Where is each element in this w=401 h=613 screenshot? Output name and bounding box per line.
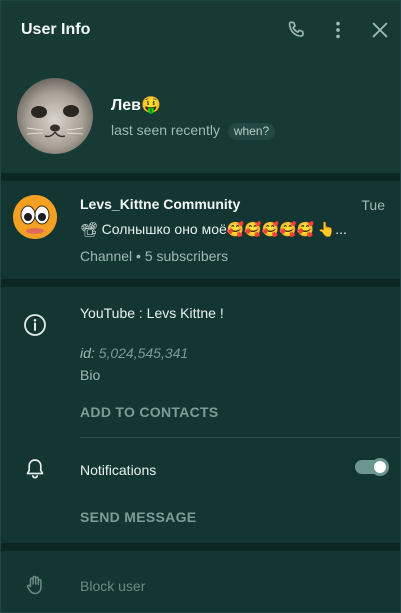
eyes-emoji-icon <box>13 195 57 239</box>
info-icon <box>24 314 46 336</box>
close-icon[interactable] <box>369 19 391 41</box>
channel-time: Tue <box>361 197 385 213</box>
channel-last-message: 📽 Солнышко оно моё🥰🥰🥰🥰🥰 👆... <box>80 221 347 237</box>
section-separator <box>1 279 400 287</box>
block-user-section[interactable] <box>1 551 400 612</box>
page-title: User Info <box>21 21 91 38</box>
notifications-toggle[interactable] <box>355 458 389 476</box>
block-user-button[interactable]: Block user <box>80 578 145 594</box>
bio-text: YouTube : Levs Kittne ! <box>80 305 224 321</box>
notifications-label: Notifications <box>80 462 157 478</box>
divider <box>80 437 400 438</box>
phone-icon[interactable] <box>285 19 307 41</box>
profile-name: Лев🤑 <box>111 97 161 114</box>
section-separator <box>1 173 400 181</box>
section-separator <box>1 543 400 551</box>
profile-status: last seen recently when? <box>111 122 276 140</box>
user-id-value[interactable]: 5,024,545,341 <box>99 345 189 361</box>
channel-subtitle: Channel • 5 subscribers <box>80 248 229 264</box>
more-vertical-icon[interactable] <box>327 19 349 41</box>
user-id-label: id: <box>80 345 95 361</box>
toggle-knob <box>371 458 389 476</box>
avatar[interactable] <box>17 78 93 154</box>
channel-title: Levs_Kittne Community <box>80 196 241 212</box>
bio-label: Bio <box>80 367 101 383</box>
hand-stop-icon <box>26 575 42 595</box>
last-seen-text: last seen recently <box>111 122 220 138</box>
when-button[interactable]: when? <box>227 123 276 140</box>
user-id: id: 5,024,545,341 <box>80 345 188 361</box>
send-message-button[interactable]: SEND MESSAGE <box>80 509 196 525</box>
cat-photo <box>17 78 93 154</box>
user-info-window: User Info Лев🤑 last seen recently when? … <box>0 0 401 613</box>
bell-icon <box>26 459 44 479</box>
channel-avatar[interactable] <box>13 195 57 239</box>
add-to-contacts-button[interactable]: ADD TO CONTACTS <box>80 404 219 420</box>
header-bar: User Info <box>1 1 400 61</box>
